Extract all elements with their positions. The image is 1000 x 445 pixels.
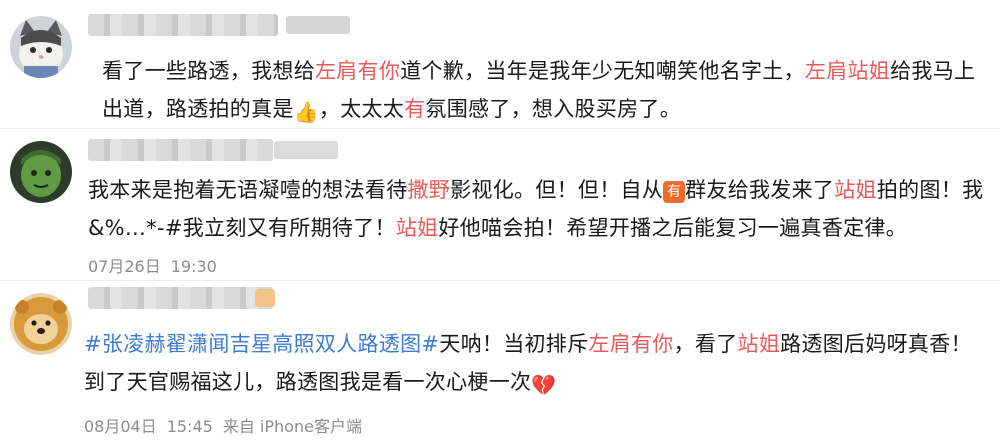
text-segment: 好他喵会拍！希望开播之后能复习一遍真香定律。 bbox=[438, 216, 908, 240]
text-segment: 看了一些路透，我想给 bbox=[102, 59, 315, 83]
thumbs-up-icon: 👍 bbox=[293, 100, 319, 124]
comment-item: 看了一些路透，我想给左肩有你道个歉，当年是我年少无知嘲笑他名字土，左肩站姐给我马… bbox=[0, 0, 1000, 128]
cat-avatar-icon[interactable] bbox=[10, 16, 72, 78]
broken-heart-icon: 💔 bbox=[531, 373, 557, 397]
comment-time: 15:45 bbox=[166, 417, 213, 436]
topic-hashtag-link[interactable]: #张凌赫翟潇闻吉星高照双人路透图# bbox=[84, 332, 439, 356]
highlight-keyword[interactable]: 撒野 bbox=[408, 178, 451, 202]
text-segment: 群友给我发来了 bbox=[685, 178, 835, 202]
comment-date: 08月04日 bbox=[84, 417, 157, 436]
text-segment: 天呐！当初排斥 bbox=[439, 332, 589, 356]
highlight-keyword[interactable]: 左肩有你 bbox=[588, 332, 673, 356]
comment-date: 07月26日 bbox=[88, 257, 161, 276]
comment-meta: 07月26日 19:30 bbox=[88, 253, 217, 277]
green-figure-avatar-icon[interactable] bbox=[10, 141, 72, 203]
username-blurred[interactable] bbox=[88, 139, 273, 161]
comment-text: #张凌赫翟潇闻吉星高照双人路透图#天呐！当初排斥左肩有你，看了站姐路透图后妈呀真… bbox=[84, 325, 992, 401]
username-blurred[interactable] bbox=[88, 287, 273, 309]
text-segment: 我本来是抱着无语凝噎的想法看待 bbox=[88, 178, 408, 202]
text-segment: 影视化。但！但！自从 bbox=[450, 178, 664, 202]
username-blurred[interactable] bbox=[88, 14, 278, 36]
comment-source: 来自 iPhone客户端 bbox=[222, 417, 362, 436]
have-badge-icon: 有 bbox=[663, 181, 686, 203]
comment-time: 19:30 bbox=[170, 257, 217, 276]
text-segment: ，太太太 bbox=[318, 97, 405, 121]
highlight-keyword[interactable]: 站姐 bbox=[396, 216, 439, 240]
text-segment: 道个歉，当年是我年少无知嘲笑他名字土， bbox=[400, 59, 805, 83]
comment-meta: 08月04日 15:45 来自 iPhone客户端 bbox=[84, 413, 362, 437]
comment-text: 看了一些路透，我想给左肩有你道个歉，当年是我年少无知嘲笑他名字土，左肩站姐给我马… bbox=[102, 52, 992, 128]
highlight-keyword[interactable]: 有 bbox=[404, 97, 425, 121]
highlight-keyword[interactable]: 左肩站姐 bbox=[805, 59, 890, 83]
comment-item: #张凌赫翟潇闻吉星高照双人路透图#天呐！当初排斥左肩有你，看了站姐路透图后妈呀真… bbox=[0, 280, 1000, 445]
dog-avatar-icon[interactable] bbox=[10, 293, 72, 355]
user-badge-icon bbox=[255, 289, 275, 307]
user-badge-blurred bbox=[286, 16, 350, 34]
comment-item: 我本来是抱着无语凝噎的想法看待撒野影视化。但！但！自从有群友给我发来了站姐拍的图… bbox=[0, 128, 1000, 281]
highlight-keyword[interactable]: 站姐 bbox=[834, 178, 877, 202]
user-badge-blurred bbox=[274, 141, 338, 159]
text-segment: ，看了 bbox=[673, 332, 738, 356]
highlight-keyword[interactable]: 站姐 bbox=[738, 332, 781, 356]
comment-text: 我本来是抱着无语凝噎的想法看待撒野影视化。但！但！自从有群友给我发来了站姐拍的图… bbox=[88, 171, 992, 247]
text-segment: 氛围感了，想入股买房了。 bbox=[425, 97, 682, 121]
highlight-keyword[interactable]: 左肩有你 bbox=[315, 59, 400, 83]
